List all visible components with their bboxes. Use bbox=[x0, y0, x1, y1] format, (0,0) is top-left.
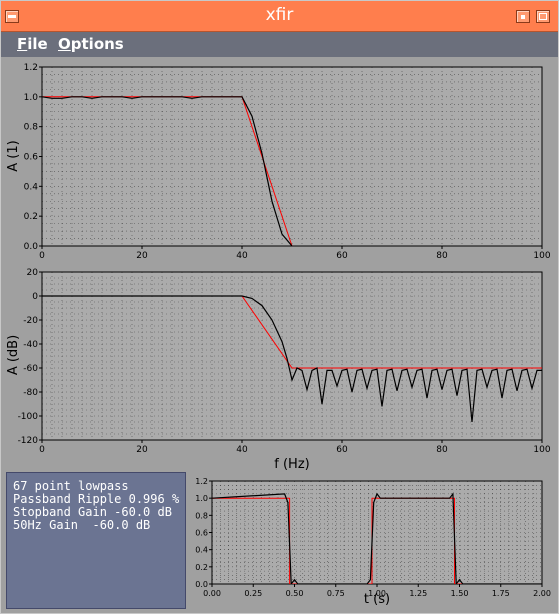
x-tick-label: 0 bbox=[39, 445, 45, 455]
info-line-50hz: 50Hz Gain -60.0 dB bbox=[13, 518, 151, 532]
x-tick-label: 1.75 bbox=[492, 589, 510, 598]
menu-options-accel: O bbox=[58, 35, 71, 53]
y-axis-label: A (1) bbox=[6, 140, 21, 171]
menu-bar: File Options bbox=[1, 32, 558, 57]
maximize-button[interactable] bbox=[536, 10, 550, 23]
x-tick-label: 0.25 bbox=[244, 589, 262, 598]
title-bar[interactable]: xfir bbox=[1, 1, 558, 33]
x-tick-label: 20 bbox=[136, 251, 148, 261]
chart-2: 0 20 40 60 80 100 20 0 -20 -40 -60 -80 -100 -120 f (Hz… bbox=[6, 268, 551, 472]
y-tick-label: 0 bbox=[32, 292, 38, 302]
y-tick-label: 0.0 bbox=[195, 580, 208, 589]
y-tick-label: -100 bbox=[18, 412, 39, 422]
x-tick-label: 1.25 bbox=[409, 589, 427, 598]
window-title: xfir bbox=[265, 5, 294, 25]
y-tick-label: 1.2 bbox=[24, 63, 38, 73]
x-tick-label: 2.00 bbox=[533, 589, 551, 598]
menu-file[interactable]: File bbox=[17, 35, 48, 53]
y-axis-label: A (dB) bbox=[6, 335, 21, 375]
y-tick-label: -20 bbox=[23, 316, 38, 326]
x-tick-label: 40 bbox=[236, 445, 248, 455]
y-tick-label: 1.0 bbox=[24, 93, 39, 103]
x-axis-label: f (Hz) bbox=[274, 457, 309, 472]
y-tick-label: 0.6 bbox=[195, 529, 208, 538]
menu-options-rest: ptions bbox=[70, 35, 124, 53]
chart-3: 0.00 0.25 0.50 0.75 1.00 1.25 1.50 1.75 2.000.00… bbox=[195, 477, 551, 607]
menu-options[interactable]: Options bbox=[58, 35, 124, 53]
y-tick-label: 20 bbox=[27, 268, 39, 278]
minimize-icon bbox=[521, 15, 525, 19]
y-tick-label: 0.8 bbox=[195, 511, 208, 520]
maximize-icon bbox=[539, 13, 547, 20]
y-tick-label: -60 bbox=[23, 364, 38, 374]
x-tick-label: 20 bbox=[136, 445, 148, 455]
x-tick-label: 100 bbox=[533, 445, 550, 455]
x-tick-label: 80 bbox=[436, 251, 448, 261]
y-tick-label: -120 bbox=[18, 436, 39, 446]
x-tick-label: 0.50 bbox=[286, 589, 304, 598]
x-tick-label: 80 bbox=[436, 445, 448, 455]
y-tick-label: 0.4 bbox=[24, 182, 39, 192]
x-tick-label: 0.75 bbox=[327, 589, 345, 598]
chart-1: 0 20 40 60 80 100 0.0 0.2 0.4 0.6 0.8 1.0 1.2 A (1) bbox=[6, 63, 551, 261]
x-tick-label: 60 bbox=[336, 445, 348, 455]
x-tick-label: 0.00 bbox=[203, 589, 221, 598]
y-tick-label: 0.8 bbox=[24, 123, 39, 133]
y-tick-label: 1.2 bbox=[195, 477, 208, 486]
y-tick-label: 0.2 bbox=[195, 563, 208, 572]
x-tick-label: 60 bbox=[336, 251, 348, 261]
y-tick-label: -40 bbox=[23, 340, 38, 350]
x-tick-label: 100 bbox=[533, 251, 550, 261]
menu-file-rest: ile bbox=[27, 35, 48, 53]
y-tick-label: -80 bbox=[23, 388, 38, 398]
y-tick-label: 1.0 bbox=[195, 494, 208, 503]
x-tick-label: 40 bbox=[236, 251, 248, 261]
filter-info-panel: 67 point lowpass Passband Ripple 0.996 %… bbox=[6, 472, 186, 609]
y-tick-label: 0.0 bbox=[24, 242, 39, 252]
x-axis-label: t (s) bbox=[364, 592, 390, 607]
y-tick-label: 0.6 bbox=[24, 153, 39, 163]
x-tick-label: 1.50 bbox=[451, 589, 469, 598]
minimize-button[interactable] bbox=[516, 10, 530, 23]
menu-file-accel: F bbox=[17, 35, 28, 53]
y-tick-label: 0.4 bbox=[195, 546, 208, 555]
x-tick-label: 0 bbox=[39, 251, 45, 261]
app-window: xfir File Options 0 20 40 60 80 100 0.0 0.2 0.4 0… bbox=[0, 0, 559, 614]
y-tick-label: 0.2 bbox=[24, 212, 38, 222]
